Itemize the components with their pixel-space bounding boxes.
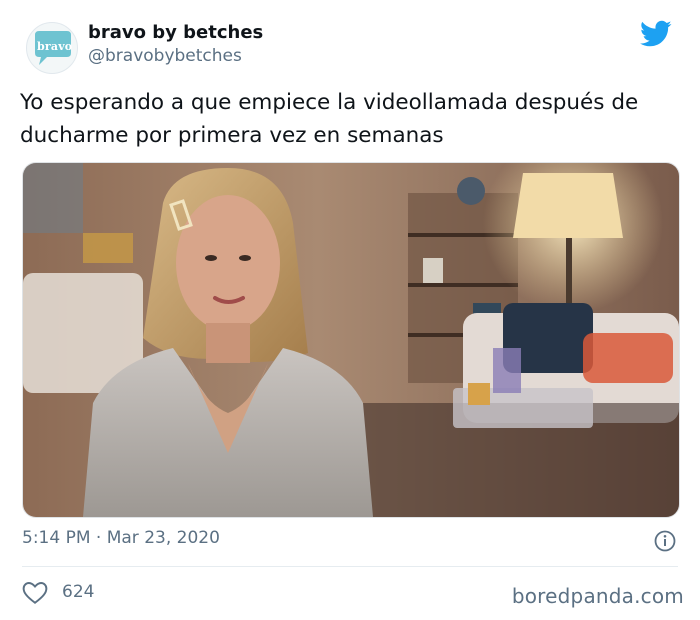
tweet-text-line: ducharme por primera vez en semanas [20, 123, 444, 148]
media-photo [23, 163, 679, 517]
user-handle[interactable]: @bravobybetches [88, 46, 242, 66]
avatar-text: bravo [37, 40, 73, 53]
tweet-media-image[interactable] [22, 162, 680, 518]
tweet-text: Yo esperando a que empiece la videollama… [20, 86, 690, 152]
boredpanda-watermark: boredpanda.com [511, 584, 684, 608]
twitter-bird-icon[interactable] [640, 20, 672, 48]
avatar[interactable]: bravo [26, 22, 78, 74]
divider [22, 566, 678, 567]
tweet-text-line: Yo esperando a que empiece la videollama… [20, 90, 639, 115]
display-name[interactable]: bravo by betches [88, 22, 263, 43]
like-count: 624 [62, 582, 95, 602]
tweet-timestamp[interactable]: 5:14 PM · Mar 23, 2020 [22, 528, 220, 548]
tweet-header: bravo bravo by betches @bravobybetches [22, 20, 680, 74]
info-icon[interactable] [654, 530, 676, 552]
heart-icon[interactable] [22, 581, 48, 605]
